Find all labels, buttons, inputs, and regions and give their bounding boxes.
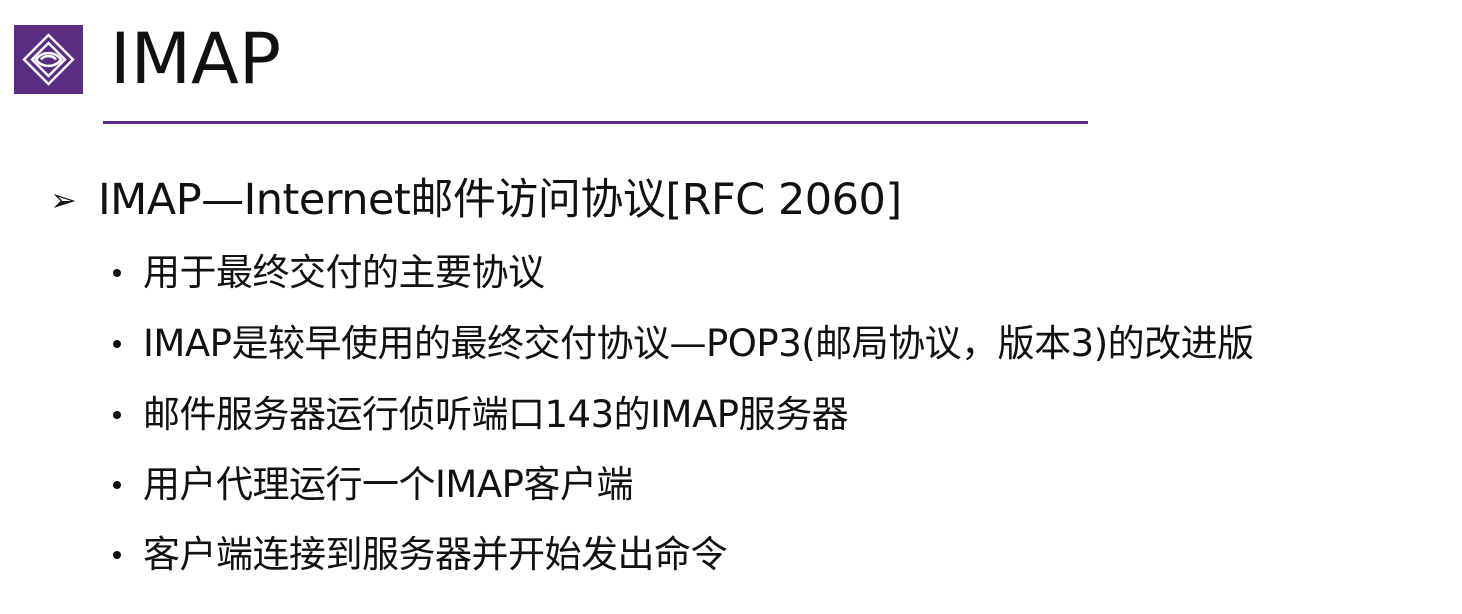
main-bullet: ➢ IMAP—Internet邮件访问协议[RFC 2060] (50, 170, 902, 230)
bullet-dot-icon (113, 340, 121, 348)
sub-bullet-text: IMAP是较早使用的最终交付协议—POP3(邮局协议，版本3)的改进版 (143, 322, 1254, 365)
sub-bullet: IMAP是较早使用的最终交付协议—POP3(邮局协议，版本3)的改进版 (113, 316, 1254, 372)
sub-bullet-text: 用于最终交付的主要协议 (143, 251, 545, 294)
arrow-bullet-icon: ➢ (50, 181, 77, 219)
sub-bullet-text: 用户代理运行一个IMAP客户端 (143, 463, 633, 506)
main-bullet-text: IMAP—Internet邮件访问协议[RFC 2060] (98, 175, 902, 225)
bullet-dot-icon (113, 551, 121, 559)
sub-bullet: 邮件服务器运行侦听端口143的IMAP服务器 (113, 387, 849, 443)
bullet-dot-icon (113, 411, 121, 419)
purple-emblem-icon (22, 33, 75, 86)
title-divider (103, 121, 1088, 124)
slide-title: IMAP (110, 18, 282, 100)
sub-bullet-text: 邮件服务器运行侦听端口143的IMAP服务器 (143, 393, 849, 436)
sub-bullet: 客户端连接到服务器并开始发出命令 (113, 527, 728, 583)
sub-bullet: 用于最终交付的主要协议 (113, 245, 545, 301)
bullet-dot-icon (113, 269, 121, 277)
logo-icon (14, 25, 83, 94)
sub-bullet-text: 客户端连接到服务器并开始发出命令 (143, 533, 728, 576)
bullet-dot-icon (113, 481, 121, 489)
sub-bullet: 用户代理运行一个IMAP客户端 (113, 457, 633, 513)
